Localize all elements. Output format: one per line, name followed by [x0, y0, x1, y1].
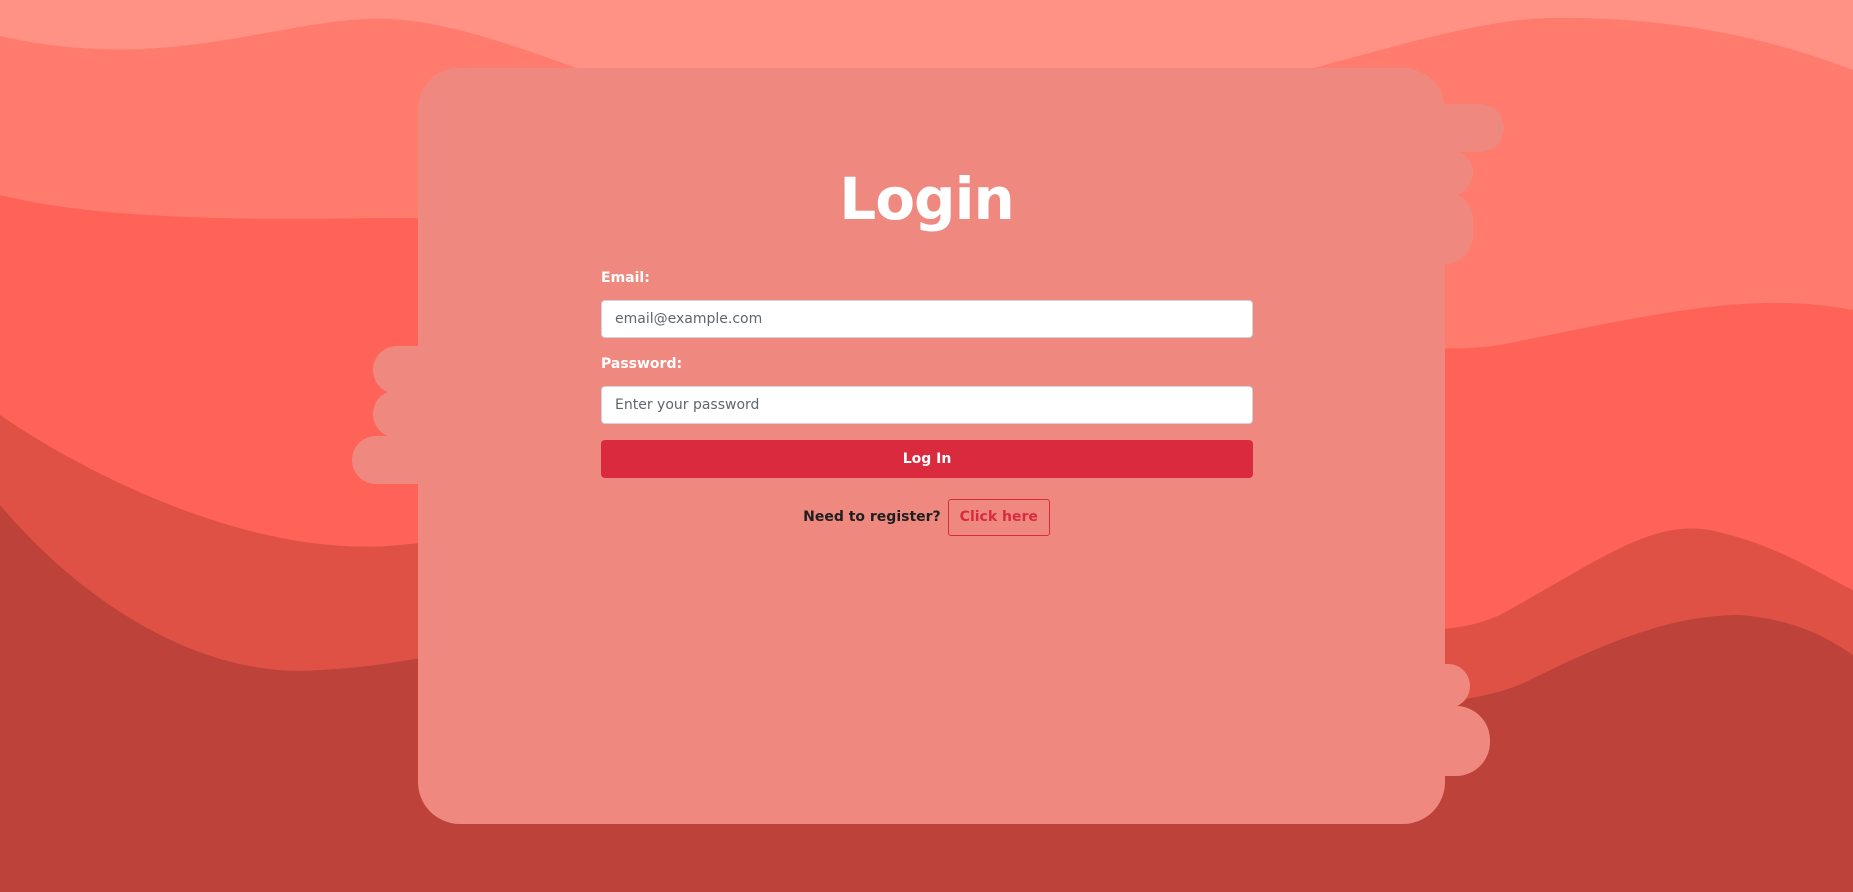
email-input[interactable] — [601, 300, 1253, 338]
register-button[interactable]: Click here — [947, 498, 1050, 536]
login-page: Login Email: Password: Log In Need to re… — [0, 0, 1853, 892]
password-label: Password: — [601, 356, 683, 372]
register-prompt: Need to register? — [803, 509, 941, 525]
login-button[interactable]: Log In — [601, 440, 1253, 478]
password-input[interactable] — [601, 386, 1253, 424]
register-row: Need to register? Click here — [600, 498, 1253, 536]
login-form: Login Email: Password: Log In Need to re… — [600, 0, 1253, 892]
page-title: Login — [839, 165, 1015, 233]
email-label: Email: — [601, 270, 650, 286]
